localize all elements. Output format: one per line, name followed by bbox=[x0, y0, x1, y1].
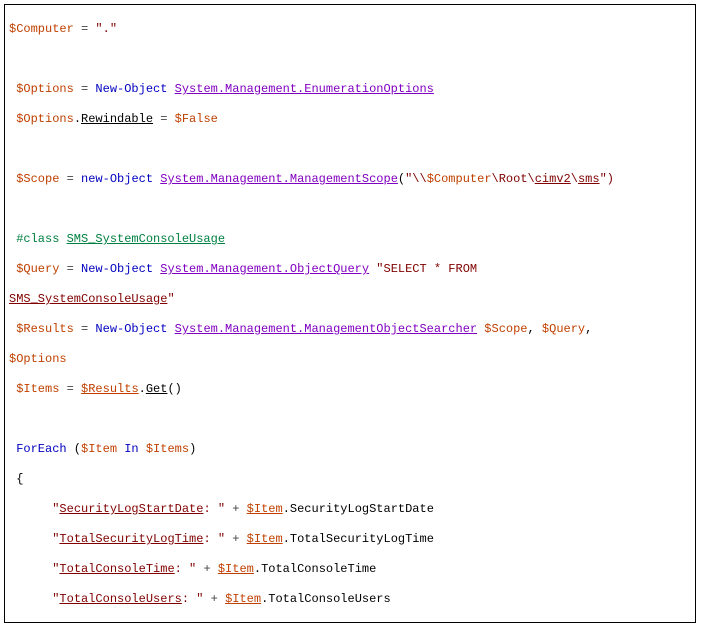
code-line: $Results = New-Object System.Management.… bbox=[9, 322, 689, 337]
code-line: "TotalSecurityLogTime: " + $Item.TotalSe… bbox=[9, 532, 689, 547]
code-line: "SecurityLogStartDate: " + $Item.Securit… bbox=[9, 502, 689, 517]
code-line: ForEach ($Item In $Items) bbox=[9, 442, 689, 457]
code-line: $Options.Rewindable = $False bbox=[9, 112, 689, 127]
code-line: #class SMS_SystemConsoleUsage bbox=[9, 232, 689, 247]
code-line: { bbox=[9, 472, 689, 487]
code-line: $Scope = new-Object System.Management.Ma… bbox=[9, 172, 689, 187]
code-line: $Query = New-Object System.Management.Ob… bbox=[9, 262, 689, 277]
code-line: $Options bbox=[9, 352, 689, 367]
code-line: $Items = $Results.Get() bbox=[9, 382, 689, 397]
code-line: SMS_SystemConsoleUsage" bbox=[9, 292, 689, 307]
code-line: "TotalConsoleTime: " + $Item.TotalConsol… bbox=[9, 562, 689, 577]
code-line: "TotalConsoleUsers: " + $Item.TotalConso… bbox=[9, 592, 689, 607]
code-line: $Options = New-Object System.Management.… bbox=[9, 82, 689, 97]
code-line: "TopConsoleUser: " + $Item.TopConsoleUse… bbox=[9, 622, 689, 623]
code-block: $Computer = "." $Options = New-Object Sy… bbox=[4, 4, 696, 623]
code-line: $Computer = "." bbox=[9, 22, 689, 37]
variable: $Computer bbox=[9, 22, 74, 36]
